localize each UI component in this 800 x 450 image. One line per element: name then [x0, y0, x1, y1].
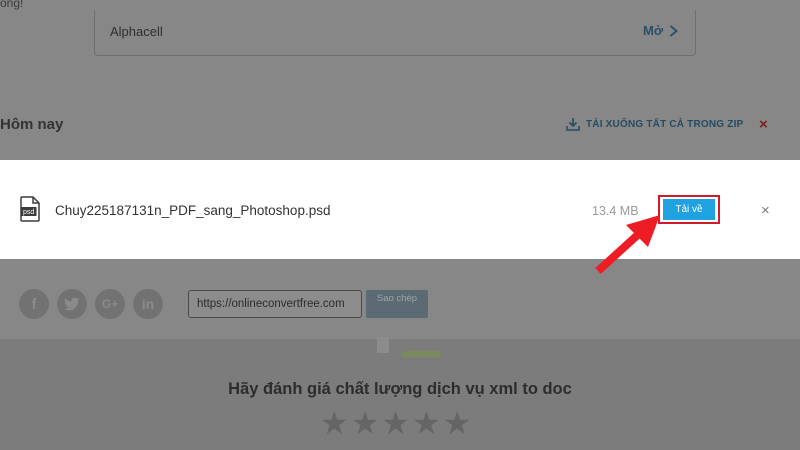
- download-icon: [566, 118, 580, 131]
- file-name: Chuy225187131n_PDF_sang_Photoshop.psd: [55, 203, 331, 218]
- star-icon[interactable]: ★: [381, 404, 410, 442]
- app-name: Alphacell: [110, 24, 163, 39]
- share-url-field[interactable]: https://onlineconvertfree.com: [188, 290, 362, 318]
- top-note-text: ống!: [0, 0, 24, 10]
- star-icon[interactable]: ★: [443, 404, 472, 442]
- linkedin-icon[interactable]: in: [133, 289, 163, 319]
- twitter-icon[interactable]: [57, 289, 87, 319]
- app-suggestion-card: [94, 10, 696, 56]
- section-title: Hôm nay: [0, 116, 64, 133]
- star-icon[interactable]: ★: [320, 404, 349, 442]
- google-plus-icon[interactable]: G+: [95, 289, 125, 319]
- star-icon[interactable]: ★: [351, 404, 380, 442]
- remove-file-button[interactable]: ×: [761, 202, 770, 219]
- dismiss-all-button[interactable]: ×: [759, 116, 768, 133]
- facebook-icon[interactable]: f: [19, 289, 49, 319]
- download-all-zip-link[interactable]: TẢI XUỐNG TẤT CẢ TRONG ZIP: [566, 117, 743, 131]
- star-icon[interactable]: ★: [412, 404, 441, 442]
- psd-file-icon: psd: [20, 196, 40, 222]
- rating-stars: ★ ★ ★ ★ ★: [320, 404, 471, 442]
- rating-title: Hãy đánh giá chất lượng dịch vụ xml to d…: [228, 380, 572, 398]
- chevron-right-icon: [670, 24, 678, 37]
- green-tab: [401, 351, 441, 357]
- download-all-zip-label: TẢI XUỐNG TẤT CẢ TRONG ZIP: [586, 118, 744, 130]
- app-open-link[interactable]: Mở: [643, 23, 678, 38]
- divider-notch: [377, 337, 389, 353]
- psd-icon-text: psd: [23, 209, 34, 216]
- copy-url-button[interactable]: Sao chép: [366, 290, 428, 318]
- app-open-label: Mở: [643, 23, 664, 38]
- download-button[interactable]: Tải về: [663, 199, 715, 220]
- annotation-arrow-icon: [595, 215, 660, 274]
- twitter-bird-icon: [64, 297, 80, 311]
